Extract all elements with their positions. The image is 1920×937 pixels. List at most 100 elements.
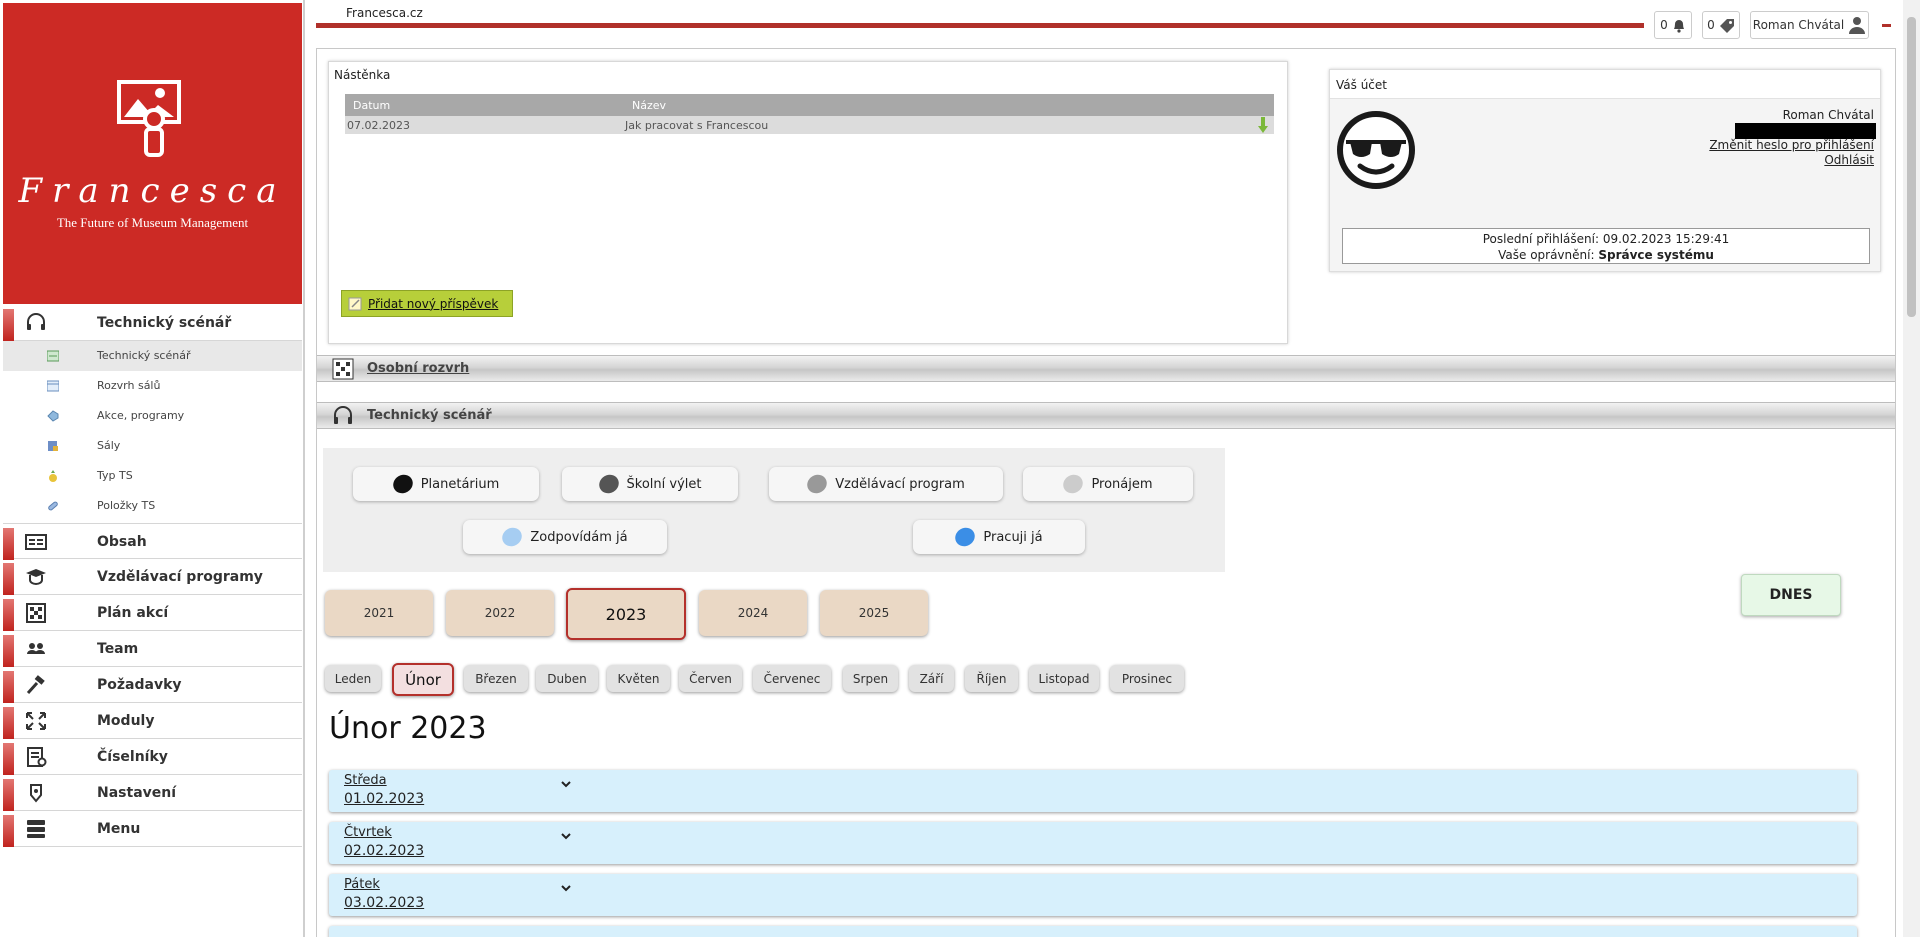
logout-link[interactable]: Odhlásit — [1824, 153, 1874, 167]
role-line: Vaše oprávnění: Správce systému — [1343, 247, 1869, 263]
graduation-icon — [26, 569, 46, 585]
legend-dot-icon — [804, 471, 831, 497]
notifications-button[interactable]: 0 — [1654, 11, 1692, 39]
month-button-cervenec[interactable]: Červenec — [753, 665, 831, 692]
sidebar-section-label: Vzdělávací programy — [97, 569, 263, 585]
chevron-down-icon[interactable] — [561, 832, 571, 840]
expand-icon — [26, 712, 46, 730]
legend-zodpovidam-ja[interactable]: Zodpovídám já — [463, 520, 667, 554]
logo[interactable]: Francesca The Future of Museum Managemen… — [3, 3, 302, 304]
day-name[interactable]: Čtvrtek — [344, 825, 392, 840]
month-button-srpen[interactable]: Srpen — [843, 665, 898, 692]
section-personal-schedule-label: Osobní rozvrh — [367, 361, 470, 376]
calendar-icon — [47, 380, 59, 392]
sidebar-section-nastaveni[interactable]: Nastavení — [3, 775, 302, 811]
month-button-prosinec[interactable]: Prosinec — [1110, 665, 1184, 692]
month-button-listopad[interactable]: Listopad — [1029, 665, 1099, 692]
day-date[interactable]: 02.02.2023 — [344, 843, 424, 859]
main-content: Nástěnka Datum Název 07.02.2023 Jak prac… — [316, 48, 1896, 937]
legend-pracuji-ja[interactable]: Pracuji já — [913, 520, 1085, 554]
month-button-zari[interactable]: Září — [909, 665, 954, 692]
sidebar-section-technicky-scenar[interactable]: Technický scénář — [3, 305, 302, 341]
day-date[interactable]: 03.02.2023 — [344, 895, 424, 911]
year-button-2022[interactable]: 2022 — [446, 590, 554, 636]
month-button-unor[interactable]: Únor — [392, 663, 454, 696]
hall-icon — [48, 441, 58, 451]
add-post-button[interactable]: Přidat nový příspěvek — [341, 290, 513, 317]
year-button-2023[interactable]: 2023 — [566, 588, 686, 640]
arrow-down-icon[interactable] — [1258, 117, 1268, 133]
sidebar-section-label: Plán akcí — [97, 605, 169, 621]
column-header-date[interactable]: Datum — [353, 99, 390, 112]
tags-button[interactable]: 0 — [1702, 11, 1740, 39]
sidebar-section-pozadavky[interactable]: Požadavky — [3, 667, 302, 703]
sidebar-item-label: Rozvrh sálů — [97, 379, 161, 392]
change-password-link[interactable]: Změnit heslo pro přihlášení — [1709, 138, 1874, 152]
day-row[interactable]: Středa 01.02.2023 — [329, 770, 1857, 812]
month-button-brezen[interactable]: Březen — [464, 665, 528, 692]
month-button-duben[interactable]: Duben — [536, 665, 598, 692]
day-row[interactable]: Pátek 03.02.2023 — [329, 874, 1857, 916]
sidebar-item-typ-ts[interactable]: Typ TS — [3, 461, 302, 491]
sidebar-section-vzdelavaci-programy[interactable]: Vzdělávací programy — [3, 559, 302, 595]
table-row[interactable]: 07.02.2023 Jak pracovat s Francescou — [345, 116, 1274, 134]
redacted-email — [1735, 123, 1876, 139]
board-title: Nástěnka — [334, 68, 391, 82]
sidebar-item-label: Akce, programy — [97, 409, 185, 422]
month-button-rijen[interactable]: Říjen — [965, 665, 1018, 692]
day-name[interactable]: Pátek — [344, 877, 380, 892]
legend-vzdelavaci-program[interactable]: Vzdělávací program — [769, 467, 1003, 501]
avatar-sunglasses-icon — [1337, 111, 1415, 189]
sidebar-section-plan-akci[interactable]: Plán akcí — [3, 595, 302, 631]
today-button[interactable]: DNES — [1741, 574, 1841, 616]
section-personal-schedule[interactable]: Osobní rozvrh — [317, 355, 1895, 382]
chevron-down-icon[interactable] — [561, 780, 571, 788]
month-button-leden[interactable]: Leden — [325, 665, 381, 692]
chevron-down-icon[interactable] — [561, 884, 571, 892]
year-button-2024[interactable]: 2024 — [699, 590, 807, 636]
legend-skolni-vylet[interactable]: Školní výlet — [562, 467, 738, 501]
day-row[interactable]: Čtvrtek 02.02.2023 — [329, 822, 1857, 864]
sidebar-item-label: Sály — [97, 439, 121, 452]
month-button-cerven[interactable]: Červen — [679, 665, 742, 692]
day-name[interactable]: Středa — [344, 773, 387, 788]
section-marker — [3, 815, 14, 847]
hammer-icon — [26, 675, 45, 695]
sidebar-item-rozvrh-salu[interactable]: Rozvrh sálů — [3, 371, 302, 401]
legend-label: Vzdělávací program — [835, 476, 965, 492]
legend-dot-icon — [595, 471, 622, 497]
section-marker — [3, 743, 14, 775]
sidebar-item-label: Technický scénář — [97, 349, 191, 362]
tag-icon — [47, 410, 59, 422]
sidebar-item-polozky-ts[interactable]: Položky TS — [3, 491, 302, 521]
sidebar: Francesca The Future of Museum Managemen… — [0, 0, 305, 937]
legend-planetarium[interactable]: Planetárium — [353, 467, 539, 501]
sidebar-section-obsah[interactable]: Obsah — [3, 523, 302, 560]
legend-label: Pracuji já — [983, 529, 1043, 545]
sidebar-section-menu[interactable]: Menu — [3, 811, 302, 847]
tag-icon — [1719, 18, 1734, 33]
legend-pronajem[interactable]: Pronájem — [1023, 467, 1193, 501]
day-row-partial[interactable] — [329, 926, 1857, 937]
scrollbar-thumb[interactable] — [1907, 17, 1916, 317]
list-icon — [27, 747, 47, 767]
site-title[interactable]: Francesca.cz — [346, 6, 423, 20]
section-tech-scenario[interactable]: Technický scénář — [317, 402, 1895, 429]
user-menu-button[interactable]: Roman Chvátal — [1750, 11, 1869, 39]
day-date[interactable]: 01.02.2023 — [344, 791, 424, 807]
legend-dot-icon — [499, 524, 526, 550]
sidebar-item-saly[interactable]: Sály — [3, 431, 302, 461]
board-table: Datum Název 07.02.2023 Jak pracovat s Fr… — [345, 94, 1274, 134]
year-button-2025[interactable]: 2025 — [820, 590, 928, 636]
page-scrollbar[interactable] — [1903, 0, 1920, 937]
sidebar-item-akce-programy[interactable]: Akce, programy — [3, 401, 302, 431]
sidebar-section-team[interactable]: Team — [3, 631, 302, 667]
sidebar-item-technicky-scenar[interactable]: Technický scénář — [3, 341, 302, 371]
sidebar-section-moduly[interactable]: Moduly — [3, 703, 302, 739]
month-button-kveten[interactable]: Květen — [607, 665, 670, 692]
legend-dot-icon — [1060, 471, 1087, 497]
user-icon — [1849, 17, 1866, 34]
sidebar-section-ciselniky[interactable]: Číselníky — [3, 739, 302, 775]
year-button-2021[interactable]: 2021 — [325, 590, 433, 636]
column-header-name[interactable]: Název — [632, 99, 666, 112]
